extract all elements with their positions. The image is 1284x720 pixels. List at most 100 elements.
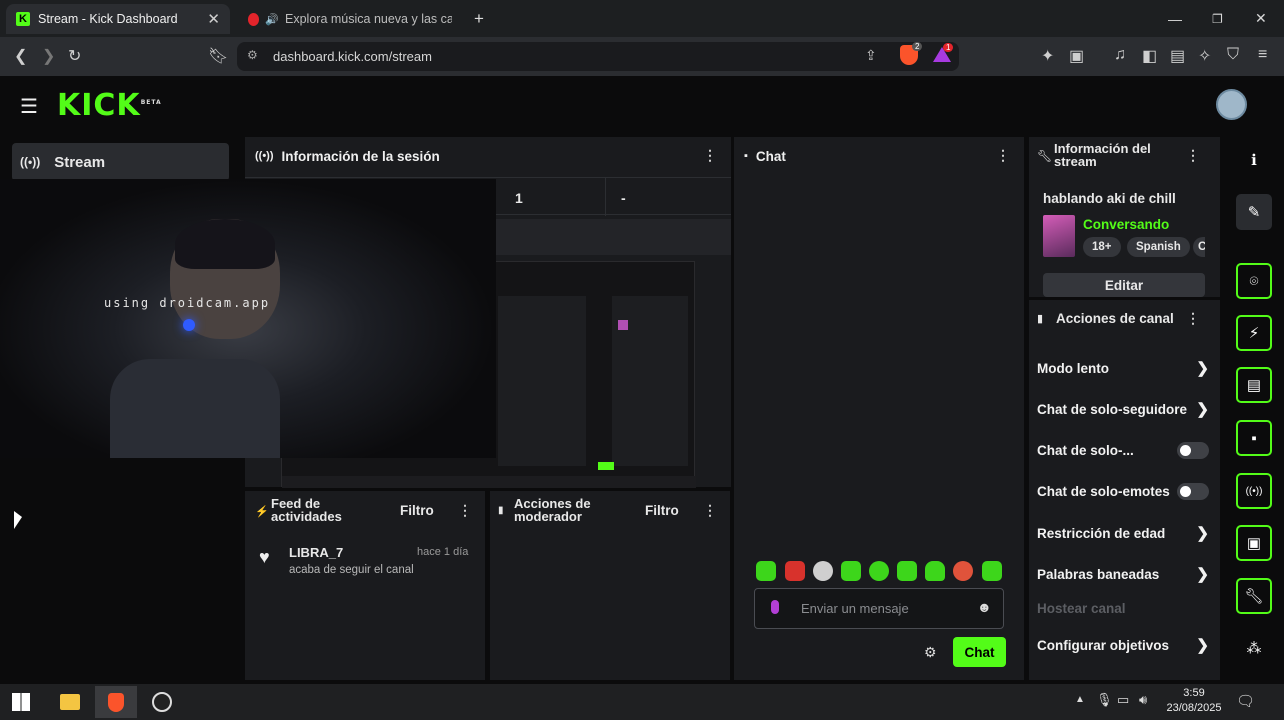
- action-configure-goals[interactable]: Configurar objetivos ❯: [1037, 636, 1209, 654]
- site-info-icon[interactable]: ⚙: [247, 48, 258, 62]
- document-icon[interactable]: ▤: [1236, 367, 1272, 403]
- back-icon[interactable]: ❮: [14, 46, 27, 66]
- chevron-right-icon: ❯: [1196, 525, 1209, 542]
- address-bar[interactable]: ⚙ dashboard.kick.com/stream ⇪: [237, 42, 959, 71]
- wallet-icon[interactable]: ▤: [1170, 46, 1185, 66]
- sidebar-item-label: Stream: [54, 153, 106, 171]
- more-options-icon[interactable]: ⋮: [1186, 147, 1200, 164]
- action-slow-mode[interactable]: Modo lento ❯: [1037, 359, 1209, 377]
- category-thumbnail: [1043, 215, 1075, 257]
- camera-capture-icon[interactable]: ⌾: [1236, 263, 1272, 299]
- emote-icon[interactable]: [982, 561, 1002, 581]
- media-icon[interactable]: ♫: [1114, 46, 1126, 64]
- panel-title: Acciones de moderador: [514, 496, 591, 524]
- edit-button[interactable]: Editar: [1043, 273, 1205, 297]
- tag-pill: Spanish: [1127, 237, 1190, 257]
- volume-icon[interactable]: 🔊︎: [1139, 692, 1147, 708]
- action-banned-words[interactable]: Palabras baneadas ❯: [1037, 565, 1209, 583]
- video-player-icon[interactable]: ▣: [1236, 525, 1272, 561]
- tab-search-icon[interactable]: ▣: [1069, 46, 1084, 66]
- tab-kick-dashboard[interactable]: K Stream - Kick Dashboard ✕: [6, 4, 230, 34]
- close-window-icon[interactable]: ✕: [1255, 0, 1267, 37]
- action-age-restriction[interactable]: Restricción de edad ❯: [1037, 524, 1209, 542]
- reload-icon[interactable]: ↻: [68, 46, 81, 66]
- panel-title: Chat: [755, 148, 786, 164]
- send-chat-button[interactable]: Chat: [953, 637, 1006, 667]
- hamburger-menu-icon[interactable]: ☰: [20, 94, 38, 119]
- browser-menu-icon[interactable]: ≡: [1258, 46, 1267, 64]
- taskbar-clock[interactable]: 3:59 23/08/2025: [1166, 686, 1222, 716]
- new-tab-button[interactable]: +: [474, 9, 484, 29]
- emote-icon[interactable]: [925, 561, 945, 581]
- more-options-icon[interactable]: ⋮: [1186, 310, 1200, 327]
- info-icon[interactable]: ℹ: [1236, 142, 1272, 178]
- chat-input[interactable]: Enviar un mensaje ☻: [754, 588, 1004, 629]
- windows-start-icon[interactable]: [0, 686, 42, 718]
- chat-panel: ▪ Chat ⋮ Enviar un mensaje ☻ ⚙ Chat: [734, 137, 1024, 680]
- emote-icon[interactable]: [953, 561, 973, 581]
- filter-button[interactable]: Filtro: [400, 503, 434, 518]
- apps-icon[interactable]: ⁂: [1236, 630, 1272, 666]
- emoji-picker-icon[interactable]: ☻: [977, 599, 992, 615]
- microphone-icon[interactable]: [771, 600, 779, 614]
- sidebar-item-stream[interactable]: ((•)) Stream: [12, 143, 229, 181]
- chat-bubble-icon[interactable]: ▪: [1236, 420, 1272, 456]
- action-subscribers-only[interactable]: Chat de solo-...: [1037, 442, 1209, 459]
- more-options-icon[interactable]: ⋮: [703, 147, 717, 164]
- notifications-icon[interactable]: 🗨︎: [1236, 692, 1255, 710]
- extensions-icon[interactable]: ✦: [1041, 46, 1054, 66]
- sidebar-toggle-icon[interactable]: ◧: [1142, 46, 1157, 66]
- action-emotes-only[interactable]: Chat de solo-emotes: [1037, 483, 1209, 500]
- tag-pill: 18+: [1083, 237, 1121, 257]
- more-options-icon[interactable]: ⋮: [996, 147, 1010, 164]
- file-explorer-icon[interactable]: [49, 686, 91, 718]
- microphone-tray-icon[interactable]: 🎙︎: [1096, 692, 1113, 708]
- category-link[interactable]: Conversando: [1083, 217, 1169, 232]
- mouse-cursor: [14, 511, 22, 529]
- emote-icon[interactable]: [841, 561, 861, 581]
- person-hair: [175, 219, 275, 269]
- emote-icon[interactable]: [785, 561, 805, 581]
- action-followers-only[interactable]: Chat de solo-seguidores ❯: [1037, 400, 1209, 418]
- emote-icon[interactable]: [869, 561, 889, 581]
- kick-logo[interactable]: KICKBETA: [57, 88, 162, 123]
- tab-youtube-music[interactable]: 🔊 Explora música nueva y las cancio: [238, 4, 462, 34]
- vpn-icon[interactable]: ⛉: [1227, 46, 1239, 64]
- minimize-icon[interactable]: —: [1168, 0, 1182, 37]
- filter-button[interactable]: Filtro: [645, 503, 679, 518]
- close-tab-icon[interactable]: ✕: [207, 10, 220, 28]
- toggle-switch[interactable]: [1177, 442, 1209, 459]
- emote-icon[interactable]: [897, 561, 917, 581]
- leo-ai-icon[interactable]: ✧: [1198, 46, 1211, 66]
- more-options-icon[interactable]: ⋮: [703, 502, 717, 519]
- lightning-icon[interactable]: ⚡︎: [1236, 315, 1272, 351]
- event-time: hace 1 día: [417, 546, 469, 558]
- toggle-switch[interactable]: [1177, 483, 1209, 500]
- share-icon[interactable]: ⇪: [865, 47, 877, 64]
- stream-info-panel: 🔧︎ Información del stream ⋮ hablando aki…: [1029, 137, 1220, 297]
- obs-taskbar-icon[interactable]: [141, 686, 183, 718]
- webcam-overlay: using droidcam.app: [0, 179, 496, 458]
- avatar[interactable]: [1216, 89, 1247, 120]
- stat-value: -: [621, 190, 626, 206]
- more-options-icon[interactable]: ⋮: [458, 502, 472, 519]
- event-user[interactable]: LIBRA_7: [289, 545, 343, 560]
- emote-icon[interactable]: [813, 561, 833, 581]
- chevron-right-icon: ❯: [1196, 401, 1209, 418]
- action-label: Chat de solo-seguidores: [1037, 401, 1187, 417]
- chevron-right-icon: ❯: [1196, 566, 1209, 583]
- chat-input-placeholder: Enviar un mensaje: [801, 601, 909, 616]
- droidcam-watermark: using droidcam.app: [104, 296, 271, 310]
- restore-icon[interactable]: ❐: [1212, 0, 1223, 37]
- bookmark-icon[interactable]: 🔖︎: [208, 46, 228, 66]
- action-host-channel: Hostear canal: [1037, 601, 1209, 616]
- emote-icon[interactable]: [756, 561, 776, 581]
- broadcast-icon[interactable]: ((•)): [1236, 473, 1272, 509]
- network-icon[interactable]: ▭: [1117, 692, 1129, 708]
- tray-expand-icon[interactable]: ▲: [1075, 694, 1085, 705]
- edit-pencil-icon[interactable]: ✎: [1236, 194, 1272, 230]
- forward-icon[interactable]: ❯: [42, 46, 55, 66]
- wrench-icon[interactable]: 🔧︎: [1236, 578, 1272, 614]
- brave-taskbar-icon[interactable]: [95, 686, 137, 718]
- settings-gear-icon[interactable]: ⚙: [924, 644, 937, 661]
